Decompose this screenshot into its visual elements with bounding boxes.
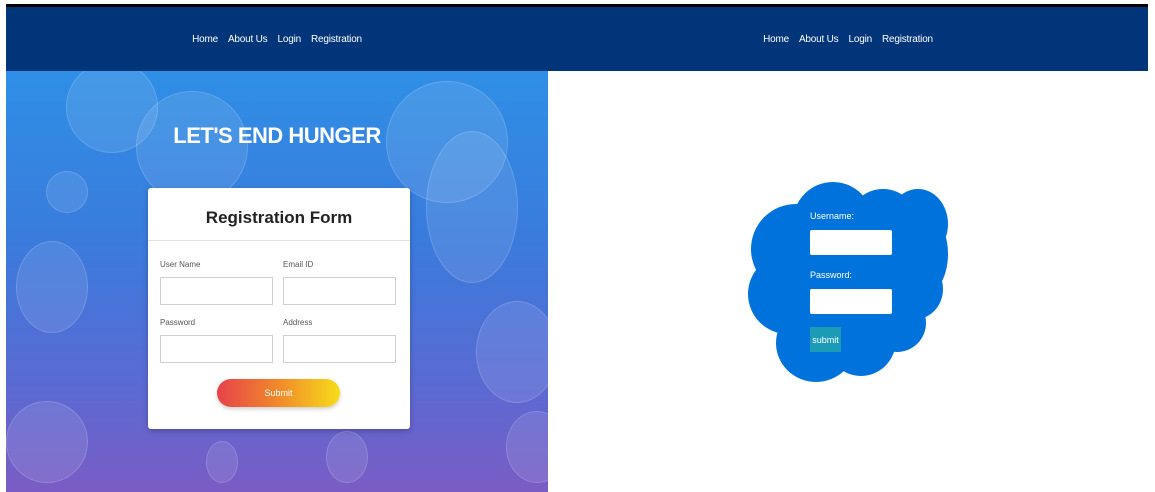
decorative-bubble xyxy=(506,411,548,483)
password-label: Password xyxy=(160,318,196,327)
nav-home-link[interactable]: Home xyxy=(763,34,789,45)
nav-registration-link[interactable]: Registration xyxy=(882,34,933,45)
password-input[interactable] xyxy=(810,289,892,314)
password-label: Password: xyxy=(810,270,853,280)
hero-background: LET'S END HUNGER Registration Form User … xyxy=(6,71,548,492)
top-nav: Home About Us Login Registration xyxy=(548,7,1148,71)
registration-form-card: Registration Form User Name Email ID Pas… xyxy=(148,188,410,429)
decorative-bubble xyxy=(6,401,88,483)
decorative-bubble xyxy=(476,301,548,403)
address-label: Address xyxy=(283,318,313,327)
registration-page-screenshot: Home About Us Login Registration LET'S E… xyxy=(6,4,548,492)
nav-about-link[interactable]: About Us xyxy=(799,34,839,45)
password-input[interactable] xyxy=(160,335,273,363)
password-field: Password xyxy=(160,318,273,363)
user-name-field: User Name xyxy=(160,260,273,305)
login-page-screenshot: Home About Us Login Registration Usernam… xyxy=(548,4,1148,492)
nav-registration-link[interactable]: Registration xyxy=(311,34,362,45)
form-title: Registration Form xyxy=(148,188,410,241)
decorative-bubble xyxy=(46,171,88,213)
address-field: Address xyxy=(283,318,396,363)
email-label: Email ID xyxy=(283,260,314,269)
email-input[interactable] xyxy=(283,277,396,305)
nav-login-link[interactable]: Login xyxy=(848,34,872,45)
decorative-bubble xyxy=(326,431,368,483)
username-input[interactable] xyxy=(810,230,892,255)
user-name-label: User Name xyxy=(160,260,201,269)
decorative-bubble xyxy=(206,441,238,483)
top-nav: Home About Us Login Registration xyxy=(6,7,548,71)
nav-about-link[interactable]: About Us xyxy=(228,34,268,45)
username-label: Username: xyxy=(810,211,855,221)
submit-button[interactable]: submit xyxy=(810,327,841,352)
address-input[interactable] xyxy=(283,335,396,363)
nav-login-link[interactable]: Login xyxy=(277,34,301,45)
nav-home-link[interactable]: Home xyxy=(192,34,218,45)
hero-title: LET'S END HUNGER xyxy=(173,123,381,148)
email-field: Email ID xyxy=(283,260,396,305)
submit-button[interactable]: Submit xyxy=(217,379,340,407)
user-name-input[interactable] xyxy=(160,277,273,305)
decorative-bubble xyxy=(426,131,518,283)
decorative-bubble xyxy=(16,241,88,333)
